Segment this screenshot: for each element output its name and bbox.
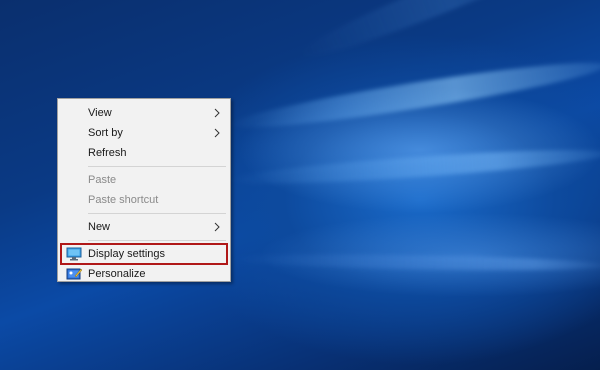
personalize-icon	[66, 267, 82, 281]
menu-item-paste-shortcut[interactable]: Paste shortcut	[58, 190, 230, 210]
menu-item-label: Personalize	[88, 268, 146, 280]
desktop[interactable]: View Sort by Refresh Paste Paste shortcu…	[0, 0, 600, 370]
menu-separator	[88, 213, 226, 214]
chevron-right-icon	[212, 128, 222, 138]
menu-item-refresh[interactable]: Refresh	[58, 143, 230, 163]
menu-item-label: New	[88, 221, 111, 233]
menu-separator	[88, 166, 226, 167]
menu-item-view[interactable]: View	[58, 103, 230, 123]
wallpaper-light-beam	[229, 143, 600, 190]
chevron-right-icon	[212, 108, 222, 118]
chevron-right-icon	[212, 222, 222, 232]
menu-item-label: Paste shortcut	[88, 194, 159, 206]
desktop-context-menu: View Sort by Refresh Paste Paste shortcu…	[57, 98, 231, 282]
display-icon	[66, 247, 82, 261]
menu-item-paste[interactable]: Paste	[58, 170, 230, 190]
menu-item-new[interactable]: New	[58, 217, 230, 237]
menu-item-display-settings[interactable]: Display settings	[58, 243, 230, 265]
wallpaper-light-beam	[229, 252, 600, 273]
menu-separator	[88, 240, 226, 241]
wallpaper-light-beam	[294, 0, 600, 69]
menu-item-label: Display settings	[88, 248, 166, 260]
menu-item-label: Paste	[88, 174, 117, 186]
wallpaper-light-beam	[227, 52, 600, 138]
menu-item-label: Sort by	[88, 127, 123, 139]
menu-item-sort-by[interactable]: Sort by	[58, 123, 230, 143]
menu-item-label: View	[88, 107, 112, 119]
menu-item-personalize[interactable]: Personalize	[58, 264, 230, 284]
menu-item-label: Refresh	[88, 147, 127, 159]
